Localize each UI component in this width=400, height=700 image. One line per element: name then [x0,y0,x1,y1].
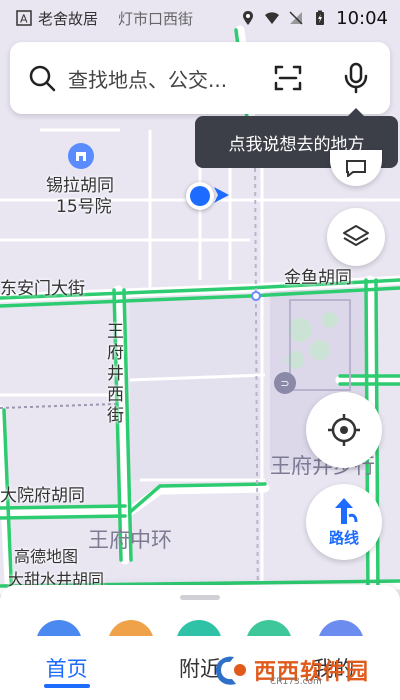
street-label-dongan: 东安门大街 [0,279,85,299]
status-place-text-2: 灯市口西街 [118,9,194,28]
poi-label-line2: 15号院 [56,197,112,217]
locate-me-button[interactable] [306,392,382,468]
status-left: A 老舍故居 灯市口西街 [16,8,193,29]
status-right: 10:04 [240,8,388,29]
poi-label-line1: 锡拉胡同 [46,176,114,196]
status-time: 10:04 [336,7,388,29]
battery-charging-icon [316,10,325,25]
search-bar[interactable]: 查找地点、公交... [10,42,390,114]
wifi-icon [265,12,280,24]
watermark-logo-icon [216,656,246,685]
poi-building-icon[interactable] [68,143,94,169]
drag-handle[interactable] [180,595,220,600]
metro-station-icon[interactable]: 期⊃ [274,372,296,394]
heading-arrow-icon [214,187,229,203]
street-label-dayuanfu: 大院府胡同 [0,486,85,506]
voice-search-button[interactable] [334,56,378,100]
location-icon [243,11,254,25]
scan-button[interactable] [266,56,310,100]
poi-label[interactable]: 锡拉胡同 15号院 [46,176,114,218]
status-place-text: 老舍故居 [38,9,99,28]
search-icon [29,65,56,92]
map-attribution: 高德地图 [14,547,79,566]
search-input[interactable]: 查找地点、公交... [68,64,266,93]
area-label-wangfu-zhonghuan: 王府中环 [88,528,172,552]
layers-button[interactable] [327,208,385,266]
tab-home-label: 首页 [45,657,88,681]
route-button-label: 路线 [328,529,359,547]
street-label-jinyu: 金鱼胡同 [284,268,352,288]
street-label-wangfujing: 王府井西街 [107,322,124,426]
status-bar: A 老舍故居 灯市口西街 10:04 [0,0,400,36]
route-arrow-icon [335,498,358,524]
scan-icon [274,65,302,91]
tab-home[interactable]: 首页 [0,636,133,700]
message-icon [346,160,366,177]
microphone-icon [344,62,368,94]
site-watermark: 西西软件园 CR173.com [210,647,388,693]
svg-text:A: A [20,13,28,26]
watermark-sub: CR173.com [270,677,322,687]
no-signal-icon [289,11,303,25]
layers-icon [343,225,369,246]
route-button[interactable]: 路线 [306,484,382,560]
crosshair-icon [328,414,360,446]
app-a-icon: A [16,10,32,26]
current-location-marker [186,182,214,210]
